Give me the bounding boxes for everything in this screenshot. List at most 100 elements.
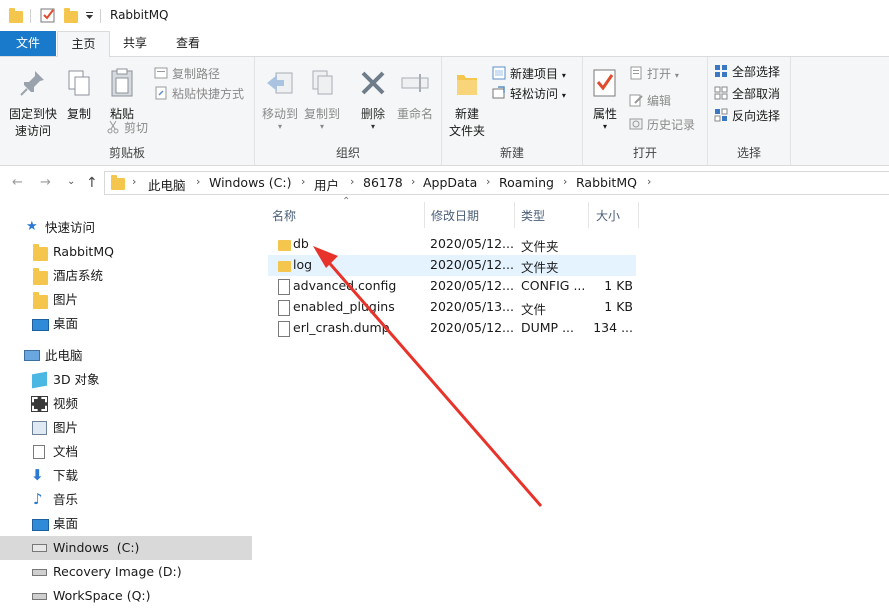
nav-pc-item[interactable]: 桌面 [0,512,252,536]
new-item-button[interactable]: 新建项目 ▾ [492,64,566,84]
move-to-button[interactable]: 移动到 ▾ [259,67,301,131]
paste-button[interactable]: 粘贴 [100,67,144,123]
chevron-right-icon[interactable]: › [196,175,200,188]
column-divider[interactable] [588,202,589,228]
documents-icon [33,445,45,459]
chevron-right-icon[interactable]: › [486,175,490,188]
chevron-right-icon[interactable]: › [411,175,415,188]
column-divider[interactable] [514,202,515,228]
nav-label: 桌面 [53,316,79,331]
cut-button[interactable]: 剪切 [106,118,148,138]
tab-share[interactable]: 共享 [112,31,158,56]
select-all-button[interactable]: 全部选择 [714,62,780,82]
address-bar[interactable]: › 此电脑 › Windows (C:) › 用户 › 86178 › AppD… [104,171,889,195]
new-folder-button[interactable]: 新建 文件夹 [444,67,490,140]
new-folder-quick-icon[interactable] [64,8,78,23]
chevron-right-icon[interactable]: › [301,175,305,188]
recent-locations-chevron-icon[interactable]: ⌄ [67,176,75,187]
column-header-type[interactable]: 类型 [521,207,545,224]
folder-icon [9,8,23,23]
invert-selection-button[interactable]: 反向选择 [714,106,780,126]
column-divider[interactable] [424,202,425,228]
tab-home[interactable]: 主页 [57,31,110,57]
file-icon [278,300,290,316]
nav-label: 音乐 [53,492,79,507]
file-type: 文件夹 [521,260,559,275]
column-header-name[interactable]: 名称 [272,207,296,224]
nav-quick-access[interactable]: ★ 快速访问 [0,216,252,240]
chevron-right-icon[interactable]: › [350,175,354,188]
copy-to-label: 复制到 [303,107,340,121]
breadcrumb-windows-c[interactable]: Windows (C:) [209,175,291,190]
easy-access-button[interactable]: 轻松访问 ▾ [492,84,566,104]
nav-pc-item[interactable]: Recovery Image (D:) [0,560,252,584]
nav-pc-item[interactable]: 视频 [0,392,252,416]
rename-label: 重命名 [396,107,433,121]
breadcrumb-appdata[interactable]: AppData [423,175,477,190]
folder-icon [33,268,48,285]
column-divider[interactable] [638,202,639,228]
group-label-select: 选择 [736,146,761,160]
breadcrumb-users[interactable]: 用户 [314,175,339,194]
back-arrow-icon[interactable]: ← [12,175,23,190]
nav-pc-item[interactable]: 3D 对象 [0,368,252,392]
paste-shortcut-button[interactable]: 粘贴快捷方式 [154,84,244,104]
open-icon [630,66,642,80]
properties-button[interactable]: 属性 ▾ [586,67,624,131]
nav-pc-item[interactable]: ⬇ 下载 [0,464,252,488]
history-button[interactable]: 历史记录 [629,115,695,135]
drive-icon [32,569,47,576]
breadcrumb-this-pc[interactable]: 此电脑 [148,175,186,194]
forward-arrow-icon[interactable]: → [40,175,51,190]
chevron-right-icon[interactable]: › [563,175,567,188]
nav-pc-item[interactable]: WorkSpace (Q:) [0,584,252,608]
select-all-icon [715,65,727,77]
file-name: log [293,257,313,272]
edit-button[interactable]: 编辑 [629,91,671,111]
delete-button[interactable]: 删除 ▾ [353,67,393,131]
file-list: ⌃ 名称 修改日期 类型 大小 db 2020/05/12... 文件夹 log… [256,196,889,610]
nav-pc-item[interactable]: ♪ 音乐 [0,488,252,512]
nav-pc-item[interactable]: 图片 [0,416,252,440]
tab-view[interactable]: 查看 [163,31,213,56]
table-row[interactable]: erl_crash.dump 2020/05/12... DUMP ... 13… [268,318,636,339]
nav-this-pc[interactable]: 此电脑 [0,344,252,368]
nav-quick-item[interactable]: 图片 [0,288,252,312]
pin-label: 固定到快 速访问 [8,107,57,138]
properties-check-icon[interactable] [40,7,56,23]
copy-button[interactable]: 复制 [62,67,96,123]
table-row[interactable]: advanced.config 2020/05/12... CONFIG ...… [268,276,636,297]
select-none-icon [714,86,728,100]
select-none-button[interactable]: 全部取消 [714,84,780,104]
nav-quick-item[interactable]: 桌面 [0,312,252,336]
nav-label: Recovery Image (D:) [53,564,182,579]
nav-label: 桌面 [53,516,79,531]
chevron-right-icon[interactable]: › [132,175,136,188]
delete-x-icon [361,71,385,95]
rename-button[interactable]: 重命名 [393,67,437,123]
copy-path-button[interactable]: 复制路径 [154,64,220,84]
up-arrow-icon[interactable]: ↑ [86,175,98,191]
customize-toolbar-icon[interactable] [85,12,94,20]
open-button[interactable]: 打开 ▾ [629,64,679,84]
nav-pc-item[interactable]: 文档 [0,440,252,464]
nav-quick-item[interactable]: 酒店系统 [0,264,252,288]
nav-quick-item[interactable]: RabbitMQ [0,240,252,264]
computer-icon [24,350,40,361]
column-header-date[interactable]: 修改日期 [431,207,479,224]
column-header-size[interactable]: 大小 [596,207,620,224]
nav-pc-item-windows-c[interactable]: Windows (C:) [0,536,252,560]
chevron-right-icon[interactable]: › [647,175,651,188]
breadcrumb-86178[interactable]: 86178 [363,175,403,190]
breadcrumb-rabbitmq[interactable]: RabbitMQ [576,175,637,190]
table-row[interactable]: log 2020/05/12... 文件夹 [268,255,636,276]
breadcrumb-roaming[interactable]: Roaming [499,175,554,190]
file-icon [278,321,290,337]
copy-to-button[interactable]: 复制到 ▾ [301,67,343,131]
tab-file[interactable]: 文件 [0,31,56,56]
table-row[interactable]: enabled_plugins 2020/05/13... 文件 1 KB [268,297,636,318]
table-row[interactable]: db 2020/05/12... 文件夹 [268,234,636,255]
nav-label: 图片 [53,420,79,435]
file-name: enabled_plugins [293,299,395,314]
pin-quick-access-button[interactable]: 固定到快 速访问 [4,67,62,140]
